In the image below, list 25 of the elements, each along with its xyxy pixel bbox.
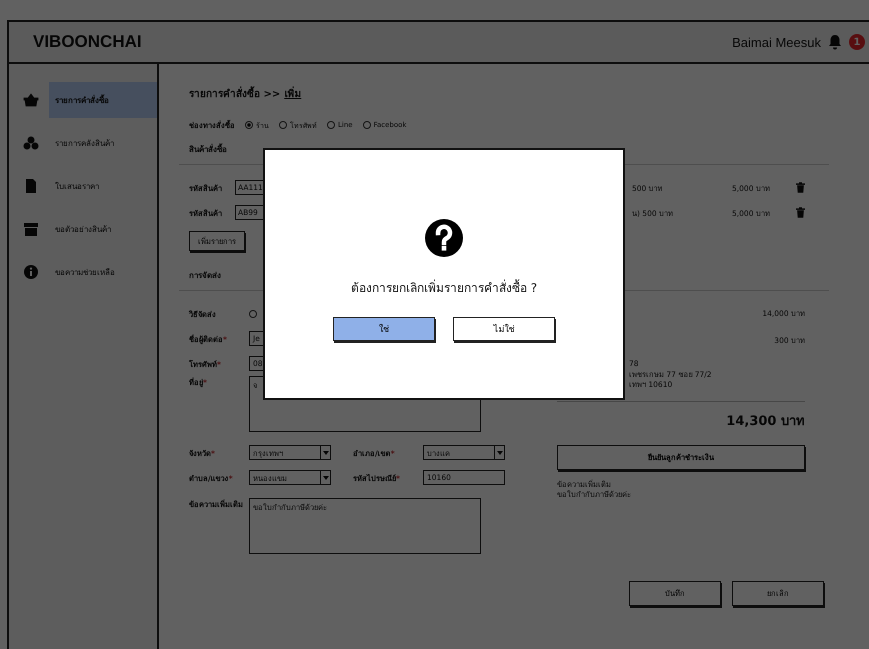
boxes-icon bbox=[23, 135, 39, 151]
radio-button[interactable] bbox=[249, 310, 257, 318]
notification-badge: 1 bbox=[849, 34, 865, 50]
logo-text: VIBOONCHAI bbox=[33, 32, 142, 52]
bell-icon[interactable] bbox=[827, 34, 843, 50]
trash-icon[interactable] bbox=[796, 182, 805, 193]
info-icon bbox=[23, 264, 39, 280]
basket-icon bbox=[23, 92, 39, 108]
sidebar-item[interactable]: ขอตัวอย่างสินค้า bbox=[9, 211, 157, 247]
sidebar-item[interactable]: ขอความช่วยเหลือ bbox=[9, 254, 157, 290]
breadcrumb-link[interactable]: เพิ่ม bbox=[284, 86, 302, 101]
trash-icon[interactable] bbox=[796, 207, 805, 218]
caret-icon bbox=[496, 450, 502, 454]
document-icon bbox=[23, 178, 39, 194]
caret-icon bbox=[322, 450, 328, 454]
sidebar-item[interactable]: ใบเสนอราคา bbox=[9, 168, 157, 204]
question-icon bbox=[424, 218, 464, 258]
confirm-button[interactable]: ใช่ bbox=[333, 317, 435, 341]
total-amount: 14,300 บาท bbox=[725, 412, 805, 430]
breadcrumb-text: รายการคำสั่งซื้อ >> bbox=[189, 86, 280, 101]
decline-button[interactable]: ไม่ใช่ bbox=[453, 317, 555, 341]
caret-icon bbox=[322, 476, 328, 480]
user-name[interactable]: Baimai Meesuk bbox=[732, 34, 821, 50]
sidebar-item[interactable]: รายการคลังสินค้า bbox=[9, 125, 157, 161]
archive-icon bbox=[23, 221, 39, 237]
